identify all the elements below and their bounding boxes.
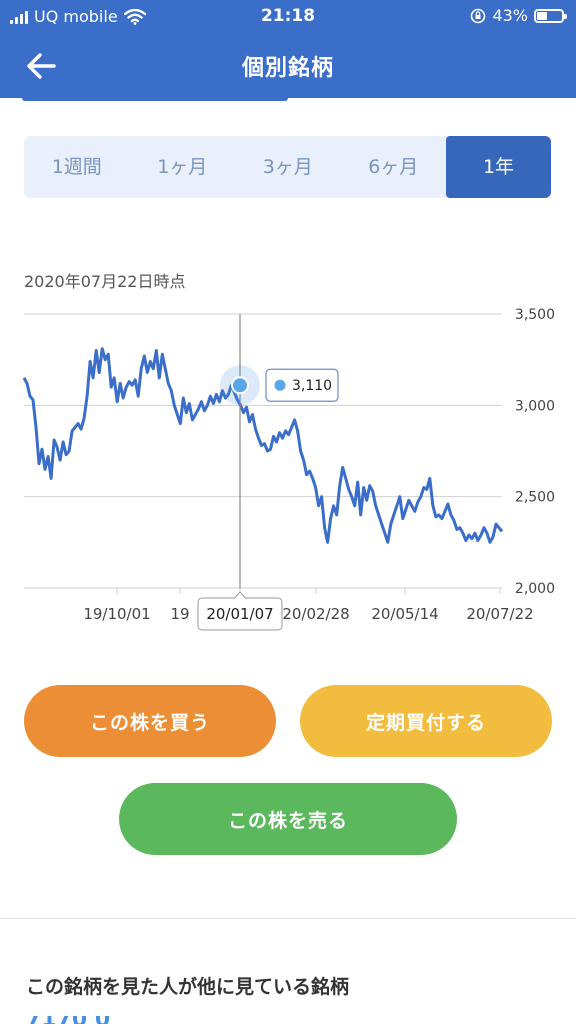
tab-1-week[interactable]: 1週間 xyxy=(24,136,130,198)
status-right: 43% xyxy=(470,6,567,25)
sell-stock-button[interactable]: この株を売る xyxy=(119,783,457,855)
date-tooltip: 20/01/07 xyxy=(197,591,283,631)
x-tick-label: 19 xyxy=(170,605,189,623)
date-tooltip-text: 20/01/07 xyxy=(206,605,273,623)
related-stocks-heading: この銘柄を見た人が他に見ている銘柄 xyxy=(26,976,350,998)
tab-6-months[interactable]: 6ヶ月 xyxy=(341,136,447,198)
section-divider xyxy=(0,918,576,919)
value-tooltip: 3,110 xyxy=(265,368,339,402)
value-tooltip-marker xyxy=(274,379,286,391)
y-tick-label: 3,500 xyxy=(515,307,555,323)
date-tooltip-pointer xyxy=(233,591,247,599)
header-underline xyxy=(22,98,288,101)
crosshair-dot xyxy=(231,376,249,395)
x-tick-label: 19/10/01 xyxy=(83,605,150,623)
y-tick-label: 3,000 xyxy=(515,398,555,414)
tab-1-year[interactable]: 1年 xyxy=(446,136,551,198)
period-tabs: 1週間 1ヶ月 3ヶ月 6ヶ月 1年 xyxy=(24,136,551,198)
status-bar: UQ mobile 21:18 43% xyxy=(0,0,576,34)
value-tooltip-text: 3,110 xyxy=(292,378,332,394)
orientation-lock-icon xyxy=(471,8,486,23)
page-title: 個別銘柄 xyxy=(241,56,334,81)
scheduled-purchase-button[interactable]: 定期買付する xyxy=(300,685,552,757)
tab-1-month[interactable]: 1ヶ月 xyxy=(130,136,236,198)
battery-icon xyxy=(534,8,567,23)
x-tick-label: 20/05/14 xyxy=(371,605,438,623)
price-line xyxy=(22,347,504,544)
y-tick-label: 2,500 xyxy=(515,490,555,506)
x-tick-label: 20/02/28 xyxy=(282,605,349,623)
battery-level xyxy=(537,11,548,20)
y-tick-label: 2,000 xyxy=(515,581,555,597)
buy-stock-button[interactable]: この株を買う xyxy=(24,685,276,757)
x-tick-label: 20/07/22 xyxy=(466,605,533,623)
app-header: UQ mobile 21:18 43% 個別銘柄 xyxy=(0,0,576,98)
tab-3-months[interactable]: 3ヶ月 xyxy=(235,136,341,198)
related-stock-code[interactable]: 7170 0 xyxy=(26,1016,116,1024)
price-chart[interactable]: 2,000 2,500 3,000 3,500 19/10/01 19 20/01/07 20… xyxy=(0,300,576,640)
battery-percent: 43% xyxy=(492,6,528,25)
as-of-date: 2020年07月22日時点 xyxy=(24,272,186,291)
